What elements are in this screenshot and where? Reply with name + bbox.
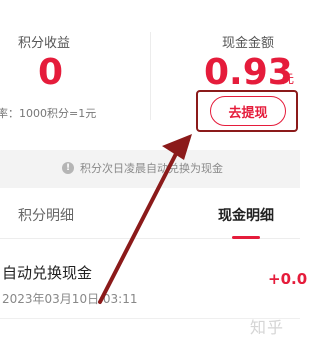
notice-text: 积分次日凌晨自动兑换为现金 [80, 162, 223, 175]
stats-divider [150, 32, 151, 120]
record-title: 自动兑换现金 [2, 264, 93, 282]
cash-unit: 元 [282, 72, 295, 86]
watermark: 知乎 [250, 318, 285, 337]
info-icon: ! [62, 162, 74, 174]
points-value: 0 [38, 52, 64, 93]
cash-label: 现金金额 [222, 36, 275, 51]
exchange-rate-text: 汇率：1000积分=1元 [0, 107, 97, 120]
tab-cash-detail[interactable]: 现金明细 [218, 205, 274, 225]
cash-value: 0.93 [204, 52, 293, 93]
withdraw-button[interactable]: 去提现 [210, 96, 286, 126]
points-label: 积分收益 [18, 36, 71, 51]
active-tab-indicator [232, 236, 260, 239]
tab-points-detail[interactable]: 积分明细 [18, 205, 74, 225]
record-amount: +0.0 [268, 270, 308, 288]
notice: ! 积分次日凌晨自动兑换为现金 [62, 160, 223, 176]
record-time: 2023年03月10日 03:11 [2, 292, 138, 306]
